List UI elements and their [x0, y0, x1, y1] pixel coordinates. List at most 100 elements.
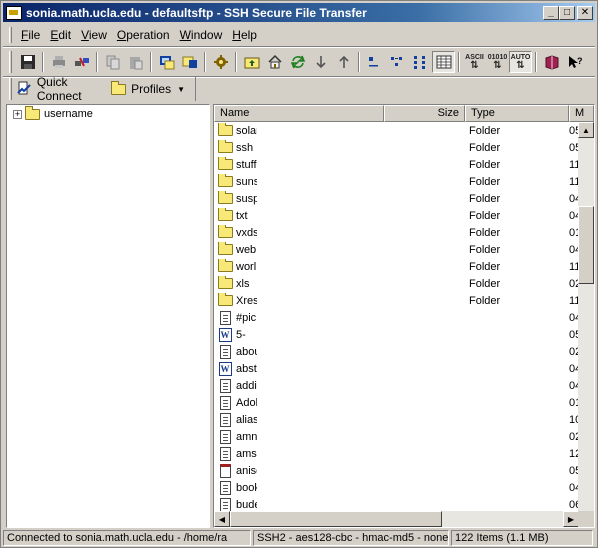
binary-mode-icon[interactable]: 01010 ⇅ [486, 51, 509, 73]
file-name: amsnc [236, 447, 257, 460]
close-button[interactable]: ✕ [577, 5, 593, 20]
file-row[interactable]: W5-05 [214, 326, 579, 343]
scroll-left-button[interactable]: ◀ [214, 511, 230, 527]
refresh-icon[interactable] [286, 51, 309, 73]
menu-edit[interactable]: Edit [47, 28, 78, 42]
home-icon[interactable] [263, 51, 286, 73]
file-row[interactable]: vxdsFolder01 [214, 224, 579, 241]
file-icon [217, 412, 233, 428]
file-row[interactable]: Adobe01 [214, 394, 579, 411]
maximize-button[interactable]: □ [559, 5, 575, 20]
save-icon[interactable] [16, 51, 39, 73]
file-name-cell: aniso1 [214, 463, 384, 479]
list-view-icon[interactable] [409, 51, 432, 73]
file-row[interactable]: amsnc12 [214, 445, 579, 462]
file-row[interactable]: suspFolder04 [214, 190, 579, 207]
copy-icon[interactable] [101, 51, 124, 73]
upload-arrow-icon[interactable] [332, 51, 355, 73]
vertical-scrollbar[interactable]: ▲ ▼ [578, 122, 594, 527]
auto-mode-icon[interactable]: AUTO ⇅ [509, 51, 532, 73]
file-row[interactable]: Wabstr04 [214, 360, 579, 377]
profiles-label: Profiles [131, 82, 172, 96]
scroll-right-button[interactable]: ▶ [563, 511, 579, 527]
column-header-size[interactable]: Size [384, 105, 465, 122]
new-file-transfer-icon[interactable] [178, 51, 201, 73]
file-row[interactable]: solarFolder05 [214, 122, 579, 139]
column-header-modified[interactable]: M [569, 105, 594, 122]
new-terminal-icon[interactable] [155, 51, 178, 73]
menu-help[interactable]: Help [229, 28, 264, 42]
file-row[interactable]: bookm04 [214, 479, 579, 496]
file-list-pane[interactable]: Name Size Type M solarFolder05sshFolder0… [213, 104, 595, 528]
file-type: Folder [469, 226, 501, 239]
file-type: Folder [469, 158, 501, 171]
file-name: web [236, 243, 257, 256]
horizontal-scrollbar[interactable]: ◀ ▶ [214, 511, 579, 527]
minimize-button[interactable]: _ [543, 5, 559, 20]
app-icon[interactable] [6, 5, 22, 20]
scroll-up-button[interactable]: ▲ [578, 122, 594, 138]
file-name-cell: suns [214, 173, 384, 190]
file-name-cell: web [214, 241, 384, 258]
tree-item-root[interactable]: + username [13, 105, 93, 120]
quick-connect-button[interactable]: Quick Connect [16, 75, 100, 103]
horizontal-scroll-thumb[interactable] [230, 511, 442, 527]
file-name-cell: vxds [214, 224, 384, 241]
folder-icon [217, 258, 233, 275]
file-row[interactable]: sshFolder05 [214, 139, 579, 156]
folder-icon [217, 122, 233, 139]
file-list-header: Name Size Type M [214, 105, 594, 122]
file-row[interactable]: sunsFolder11 [214, 173, 579, 190]
paste-icon[interactable] [124, 51, 147, 73]
help-book-icon[interactable] [540, 51, 563, 73]
file-name-cell: abou [214, 344, 384, 360]
file-row[interactable]: xlsFolder02 [214, 275, 579, 292]
column-header-type[interactable]: Type [465, 105, 569, 122]
file-row[interactable]: stuffFolder11 [214, 156, 579, 173]
download-arrow-icon[interactable] [309, 51, 332, 73]
large-icons-view-icon[interactable] [363, 51, 386, 73]
file-name: budetc [236, 498, 257, 511]
status-item-count: 122 Items (1.1 MB) [451, 530, 593, 546]
quickbar-grip[interactable] [9, 78, 12, 100]
menu-view[interactable]: View [78, 28, 114, 42]
print-icon[interactable] [47, 51, 70, 73]
ascii-mode-icon[interactable]: ASCII ⇅ [463, 51, 486, 73]
profiles-button[interactable]: Profiles ▼ [110, 80, 185, 97]
menu-operation[interactable]: Operation [114, 28, 177, 42]
file-row[interactable]: txtFolder04 [214, 207, 579, 224]
vertical-scroll-thumb[interactable] [578, 206, 594, 284]
file-row[interactable]: addin04 [214, 377, 579, 394]
expand-icon[interactable]: + [13, 109, 22, 119]
title-bar[interactable]: sonia.math.ucla.edu - defaultsftp - SSH … [3, 3, 595, 22]
window-title: sonia.math.ucla.edu - defaultsftp - SSH … [26, 5, 367, 20]
toolbar-grip[interactable] [9, 51, 12, 73]
small-icons-view-icon[interactable] [386, 51, 409, 73]
file-name: solar [236, 124, 257, 137]
menu-grip[interactable] [9, 27, 12, 43]
file-name: stuff [236, 158, 257, 171]
column-header-name[interactable]: Name [214, 105, 384, 122]
file-row[interactable]: #pic04 [214, 309, 579, 326]
file-row[interactable]: webFolder04 [214, 241, 579, 258]
file-name: aliasc [236, 413, 257, 426]
tree-root-label: username [44, 108, 93, 120]
file-row[interactable]: abou02 [214, 343, 579, 360]
menu-window[interactable]: Window [177, 28, 230, 42]
file-row[interactable]: aliasc10 [214, 411, 579, 428]
file-row[interactable]: amnac02 [214, 428, 579, 445]
context-help-icon[interactable]: ? [563, 51, 586, 73]
file-type: Folder [469, 243, 501, 256]
file-row[interactable]: worlFolder11 [214, 258, 579, 275]
file-type: Folder [469, 294, 501, 307]
disconnect-icon[interactable] [70, 51, 93, 73]
folder-tree-pane[interactable]: + username [6, 104, 210, 528]
menu-file[interactable]: File [18, 28, 47, 42]
file-name-cell: bookm [214, 480, 384, 496]
file-row[interactable]: aniso105 [214, 462, 579, 479]
parent-folder-icon[interactable] [240, 51, 263, 73]
file-row[interactable]: XresFolder11 [214, 292, 579, 309]
details-view-icon[interactable] [432, 51, 455, 73]
file-name-cell: W 5- [214, 327, 384, 343]
settings-icon[interactable] [209, 51, 232, 73]
